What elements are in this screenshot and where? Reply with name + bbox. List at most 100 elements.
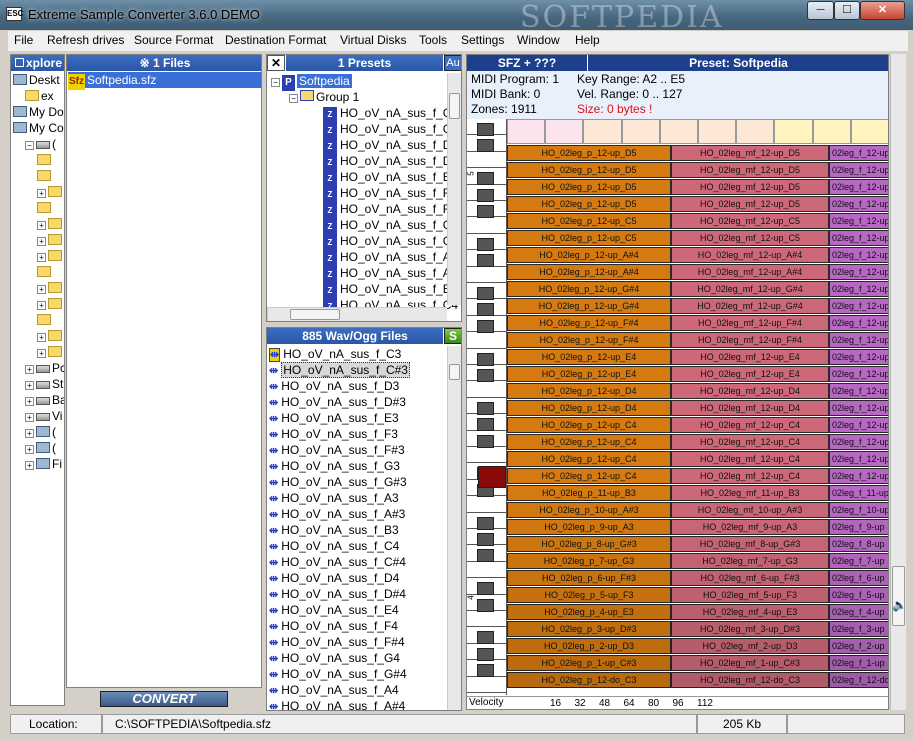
zone-cell-p[interactable]: HO_02leg_p_12-up_F#4 bbox=[507, 315, 671, 331]
wav-file-item[interactable]: ⇹ HO_oV_nA_sus_f_C#3 bbox=[269, 362, 410, 378]
zone-cell-mf[interactable]: HO_02leg_mf_12-up_D4 bbox=[671, 400, 829, 416]
zone-cell-mf[interactable]: HO_02leg_mf_12-do_C3 bbox=[671, 672, 829, 688]
maximize-button[interactable]: ☐ bbox=[834, 1, 860, 20]
white-key[interactable] bbox=[467, 611, 507, 628]
wav-vscroll[interactable] bbox=[447, 346, 461, 710]
explorer-item[interactable]: + bbox=[37, 232, 64, 248]
white-key[interactable] bbox=[467, 267, 507, 283]
explorer-item[interactable] bbox=[37, 152, 53, 168]
wav-file-item[interactable]: ⇹ HO_oV_nA_sus_f_G#4 bbox=[269, 666, 407, 682]
black-key[interactable] bbox=[477, 205, 494, 218]
expand-icon[interactable]: + bbox=[37, 349, 46, 358]
explorer-item[interactable]: ex bbox=[25, 88, 54, 104]
expand-icon[interactable]: + bbox=[37, 285, 46, 294]
zone-cell-f[interactable]: 02leg_f_12-up bbox=[829, 366, 888, 382]
zone-cell-f[interactable]: 02leg_f_12-up bbox=[829, 179, 888, 195]
preset-group[interactable]: − Group 1 bbox=[289, 89, 359, 105]
minimize-button[interactable]: ─ bbox=[807, 1, 834, 20]
convert-button[interactable]: CONVERT bbox=[100, 691, 228, 707]
volume-icon[interactable]: 🔈 bbox=[892, 598, 907, 612]
zone-cell-mf[interactable]: HO_02leg_mf_12-up_C5 bbox=[671, 213, 829, 229]
explorer-item[interactable]: My Co bbox=[13, 120, 64, 136]
scroll-thumb[interactable] bbox=[449, 364, 460, 380]
preset-zone-item[interactable]: Z HO_oV_nA_sus_f_G# bbox=[323, 233, 459, 251]
explorer-item[interactable]: + bbox=[37, 216, 64, 232]
collapse-icon[interactable]: − bbox=[289, 94, 298, 103]
zone-cell-p[interactable]: HO_02leg_p_12-up_D5 bbox=[507, 145, 671, 161]
zone-cell-p[interactable]: HO_02leg_p_12-up_C5 bbox=[507, 213, 671, 229]
wav-file-item[interactable]: ⇹ HO_oV_nA_sus_f_G3 bbox=[269, 458, 400, 474]
zone-cell-mf[interactable]: HO_02leg_mf_12-up_C4 bbox=[671, 417, 829, 433]
expand-icon[interactable]: + bbox=[37, 333, 46, 342]
zone-cell-p[interactable]: HO_02leg_p_12-up_A#4 bbox=[507, 247, 671, 263]
wav-file-item[interactable]: ⇹ HO_oV_nA_sus_f_D3 bbox=[269, 378, 399, 394]
preset-zone-item[interactable]: Z HO_oV_nA_sus_f_C3 bbox=[323, 105, 458, 123]
zone-cell-mf[interactable]: HO_02leg_mf_12-up_D5 bbox=[671, 179, 829, 195]
zone-cell-p[interactable]: HO_02leg_p_1-up_C#3 bbox=[507, 655, 671, 671]
wav-file-item[interactable]: ⇹ HO_oV_nA_sus_f_F3 bbox=[269, 426, 398, 442]
zone-cell-p[interactable]: HO_02leg_p_12-up_C5 bbox=[507, 230, 671, 246]
white-key[interactable] bbox=[467, 217, 507, 234]
zone-cell-mf[interactable]: HO_02leg_mf_12-up_A#4 bbox=[671, 247, 829, 263]
zone-cell-f[interactable]: 02leg_f_12-up bbox=[829, 298, 888, 314]
zone-cell-p[interactable]: HO_02leg_p_5-up_F3 bbox=[507, 587, 671, 603]
white-key[interactable] bbox=[467, 332, 507, 349]
black-key[interactable] bbox=[477, 254, 494, 268]
zone-cell-f[interactable]: 02leg_f_12-up bbox=[829, 281, 888, 297]
presets-au-button[interactable]: Au bbox=[444, 55, 461, 71]
explorer-item[interactable]: Deskt bbox=[13, 72, 60, 88]
zone-cell-p[interactable]: HO_02leg_p_12-up_C4 bbox=[507, 417, 671, 433]
black-key[interactable] bbox=[477, 582, 494, 596]
zone-cell-mf[interactable]: HO_02leg_mf_11-up_B3 bbox=[671, 485, 829, 501]
explorer-item[interactable]: −( bbox=[25, 136, 56, 152]
black-key[interactable] bbox=[477, 533, 494, 546]
zone-cell-f[interactable]: 02leg_f_12-up bbox=[829, 145, 888, 161]
preset-zone-item[interactable]: Z HO_oV_nA_sus_f_B3 bbox=[323, 281, 457, 299]
zone-cell-mf[interactable]: HO_02leg_mf_2-up_D3 bbox=[671, 638, 829, 654]
zone-cell-f[interactable]: 02leg_f_12-up bbox=[829, 162, 888, 178]
zone-cell-p[interactable]: HO_02leg_p_10-up_A#3 bbox=[507, 502, 671, 518]
zone-cell-mf[interactable]: HO_02leg_mf_12-up_C4 bbox=[671, 468, 829, 484]
wav-file-item[interactable]: ⇹ HO_oV_nA_sus_f_E3 bbox=[269, 410, 399, 426]
wav-file-item[interactable]: ⇹ HO_oV_nA_sus_f_D#3 bbox=[269, 394, 406, 410]
black-key[interactable] bbox=[477, 664, 494, 678]
preset-zone-item[interactable]: Z HO_oV_nA_sus_f_C# bbox=[323, 121, 458, 139]
explorer-item[interactable] bbox=[37, 200, 53, 216]
wav-file-item[interactable]: ⇹ HO_oV_nA_sus_f_D4 bbox=[269, 570, 399, 586]
piano-keyboard[interactable]: 543 bbox=[467, 119, 507, 709]
white-key[interactable] bbox=[467, 562, 507, 579]
zone-cell-f[interactable]: 02leg_f_9-up bbox=[829, 519, 888, 535]
zone-cell-p[interactable]: HO_02leg_p_12-up_D4 bbox=[507, 400, 671, 416]
explorer-item[interactable] bbox=[37, 168, 53, 184]
explorer-item[interactable] bbox=[37, 312, 53, 328]
explorer-item[interactable]: + Ba bbox=[25, 392, 64, 408]
zone-cell-f[interactable]: 02leg_f_12-up bbox=[829, 247, 888, 263]
preset-zone-item[interactable]: Z HO_oV_nA_sus_f_A# bbox=[323, 265, 457, 283]
expand-icon[interactable]: + bbox=[37, 221, 46, 230]
zone-cell-mf[interactable]: HO_02leg_mf_12-up_D5 bbox=[671, 145, 829, 161]
zone-cell-p[interactable]: HO_02leg_p_3-up_D#3 bbox=[507, 621, 671, 637]
zone-cell-p[interactable]: HO_02leg_p_12-up_G#4 bbox=[507, 281, 671, 297]
explorer-item[interactable]: + bbox=[37, 296, 64, 312]
zone-cell-mf[interactable]: HO_02leg_mf_12-up_E4 bbox=[671, 349, 829, 365]
zone-cell-f[interactable]: 02leg_f_3-up bbox=[829, 621, 888, 637]
zone-cell-f[interactable]: 02leg_f_12-up bbox=[829, 417, 888, 433]
black-key[interactable] bbox=[477, 319, 494, 333]
zone-cell-p[interactable]: HO_02leg_p_12-up_C4 bbox=[507, 468, 671, 484]
preset-zone-item[interactable]: Z HO_oV_nA_sus_f_E3 bbox=[323, 169, 457, 187]
expand-icon[interactable]: + bbox=[37, 189, 46, 198]
scroll-thumb[interactable] bbox=[290, 309, 340, 320]
black-key[interactable] bbox=[477, 401, 494, 415]
black-key[interactable] bbox=[477, 237, 494, 251]
expand-icon[interactable]: + bbox=[25, 429, 34, 438]
zone-cell-f[interactable]: 02leg_f_12-up bbox=[829, 315, 888, 331]
zone-cell-mf[interactable]: HO_02leg_mf_6-up_F#3 bbox=[671, 570, 829, 586]
explorer-item[interactable]: + bbox=[37, 328, 64, 344]
zone-cell-mf[interactable]: HO_02leg_mf_12-up_D5 bbox=[671, 196, 829, 212]
wav-file-item[interactable]: ⇹ HO_oV_nA_sus_f_A3 bbox=[269, 490, 399, 506]
black-key[interactable] bbox=[477, 434, 494, 448]
presets-hscroll[interactable] bbox=[267, 307, 447, 321]
zone-cell-mf[interactable]: HO_02leg_mf_12-up_E4 bbox=[671, 366, 829, 382]
close-button[interactable]: ✕ bbox=[860, 1, 905, 20]
white-key[interactable] bbox=[467, 677, 507, 693]
